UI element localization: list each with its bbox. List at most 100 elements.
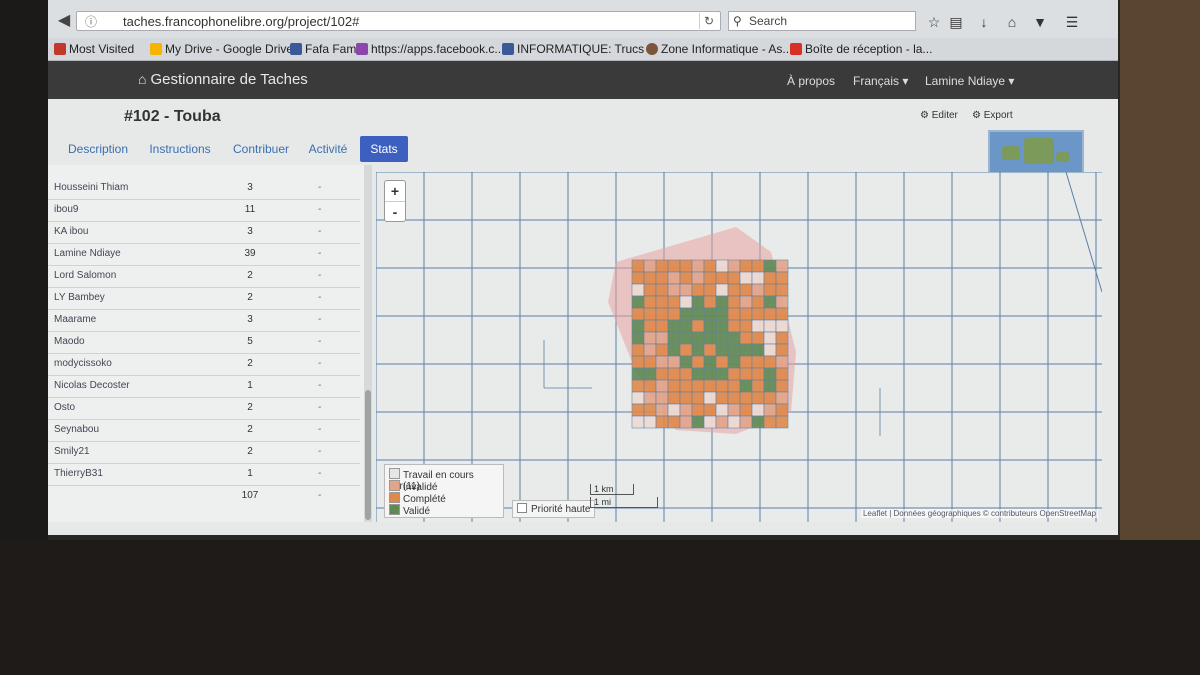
search-placeholder: Search bbox=[749, 14, 788, 28]
contributor-name[interactable]: KA ibou bbox=[54, 226, 88, 237]
map-attribution[interactable]: Leaflet | Données géographiques © contri… bbox=[860, 509, 1098, 518]
minimap-land bbox=[1024, 138, 1054, 164]
project-tabs: Description Instructions Contribuer Acti… bbox=[48, 133, 1118, 163]
legend-swatch bbox=[389, 468, 400, 479]
contributor-count: 3 bbox=[247, 226, 253, 237]
background-desk bbox=[1120, 0, 1200, 540]
bookmark-most-visited[interactable]: Most Visited bbox=[54, 42, 134, 56]
scale-mi: 1 mi bbox=[590, 497, 658, 508]
zoom-out-button[interactable]: - bbox=[385, 202, 405, 222]
search-input[interactable]: ⚲ Search bbox=[728, 11, 916, 31]
total-extra: - bbox=[318, 490, 322, 501]
table-row: modycissoko 2 - bbox=[48, 353, 360, 376]
menu-user[interactable]: Lamine Ndiaye ▾ bbox=[925, 74, 1014, 88]
contributor-name[interactable]: Seynabou bbox=[54, 424, 99, 435]
scale-km: 1 km bbox=[590, 484, 634, 495]
contributor-extra: - bbox=[318, 468, 322, 479]
bookmark-inbox[interactable]: Boîte de réception - la... bbox=[790, 42, 932, 56]
task-map[interactable]: + - Travail en cours sur(11) Invalidé Co… bbox=[376, 172, 1102, 522]
tab-activite[interactable]: Activité bbox=[304, 136, 352, 162]
reload-icon[interactable]: ↻ bbox=[699, 13, 718, 29]
edit-button[interactable]: ⚙ Editer bbox=[920, 110, 958, 121]
bookmark-apps-facebook[interactable]: https://apps.facebook.c... bbox=[356, 42, 504, 56]
contributor-name[interactable]: Lord Salomon bbox=[54, 270, 116, 281]
facebook-icon bbox=[290, 43, 302, 55]
contributor-count: 2 bbox=[247, 446, 253, 457]
facebook-icon bbox=[502, 43, 514, 55]
bookmark-google-drive[interactable]: My Drive - Google Drive bbox=[150, 42, 293, 56]
table-row: Lord Salomon 2 - bbox=[48, 265, 360, 288]
bookmark-star-icon[interactable]: ☆ bbox=[924, 12, 944, 32]
contributor-count: 3 bbox=[247, 314, 253, 325]
tab-instructions[interactable]: Instructions bbox=[144, 136, 216, 162]
app-navbar: ⌂ Gestionnaire de Taches À propos Françai… bbox=[48, 61, 1118, 99]
priority-checkbox[interactable] bbox=[517, 503, 527, 513]
legend-swatch bbox=[389, 504, 400, 515]
contributor-name[interactable]: Lamine Ndiaye bbox=[54, 248, 121, 259]
contributor-extra: - bbox=[318, 182, 322, 193]
minimap-land bbox=[1056, 152, 1070, 162]
info-icon[interactable]: ⓘ bbox=[85, 12, 97, 32]
menu-about[interactable]: À propos bbox=[787, 74, 835, 88]
zoom-in-button[interactable]: + bbox=[385, 181, 405, 202]
contributor-extra: - bbox=[318, 446, 322, 457]
contributor-count: 2 bbox=[247, 424, 253, 435]
contributor-extra: - bbox=[318, 270, 322, 281]
pocket-icon[interactable]: ▼ bbox=[1030, 12, 1050, 32]
contributor-name[interactable]: Nicolas Decoster bbox=[54, 380, 130, 391]
monitor-bezel-bottom bbox=[0, 540, 1200, 675]
contributors-table: Housseini Thiam 3- ibou9 11- KA ibou 3- Lamine… bbox=[48, 165, 365, 522]
tab-stats[interactable]: Stats bbox=[360, 136, 408, 162]
bookmark-zone-informatique[interactable]: Zone Informatique - As... bbox=[646, 42, 792, 56]
contributor-count: 2 bbox=[247, 358, 253, 369]
back-arrow-icon[interactable]: ◀ bbox=[52, 10, 76, 32]
tab-description[interactable]: Description bbox=[60, 136, 136, 162]
table-scrollbar[interactable] bbox=[364, 165, 372, 522]
tab-contribuer[interactable]: Contribuer bbox=[228, 136, 294, 162]
download-icon[interactable]: ↓ bbox=[974, 12, 994, 32]
menu-language[interactable]: Français ▾ bbox=[853, 74, 908, 88]
brand-link[interactable]: ⌂ Gestionnaire de Taches bbox=[138, 71, 308, 88]
app-icon bbox=[356, 43, 368, 55]
contributor-count: 1 bbox=[247, 380, 253, 391]
table-total-row: 107 - bbox=[48, 485, 360, 507]
table-row: Osto 2 - bbox=[48, 397, 360, 420]
bookmark-fafa-fam[interactable]: Fafa Fam bbox=[290, 42, 356, 56]
contributor-count: 2 bbox=[247, 270, 253, 281]
contributor-name[interactable]: Smily21 bbox=[54, 446, 90, 457]
home-icon[interactable]: ⌂ bbox=[1002, 12, 1022, 32]
contributor-name[interactable]: Maarame bbox=[54, 314, 96, 325]
table-row: Housseini Thiam 3 - bbox=[48, 177, 360, 200]
site-icon bbox=[646, 43, 658, 55]
menu-icon[interactable]: ☰ bbox=[1062, 12, 1082, 32]
home-icon: ⌂ bbox=[138, 71, 147, 87]
project-title: #102 - Touba bbox=[124, 108, 221, 125]
contributor-name[interactable]: LY Bambey bbox=[54, 292, 105, 303]
gmail-icon bbox=[790, 43, 802, 55]
export-icon: ⚙ bbox=[972, 110, 981, 121]
zoom-control: + - bbox=[384, 180, 406, 222]
contributor-name[interactable]: ibou9 bbox=[54, 204, 78, 215]
export-button[interactable]: ⚙ Export bbox=[972, 110, 1013, 121]
contributor-name[interactable]: modycissoko bbox=[54, 358, 112, 369]
contributor-count: 2 bbox=[247, 292, 253, 303]
scrollbar-thumb[interactable] bbox=[365, 390, 371, 520]
url-bar[interactable]: ⓘ taches.francophonelibre.org/project/10… bbox=[76, 11, 721, 31]
bookmarks-bar: Most Visited My Drive - Google Drive Faf… bbox=[48, 38, 1118, 61]
contributor-extra: - bbox=[318, 292, 322, 303]
contributor-name[interactable]: Maodo bbox=[54, 336, 85, 347]
bookmark-informatique[interactable]: INFORMATIQUE: Trucs ... bbox=[502, 42, 657, 56]
table-row: Maarame 3 - bbox=[48, 309, 360, 332]
priority-filter[interactable]: Priorité haute bbox=[512, 500, 596, 518]
contributor-name[interactable]: Housseini Thiam bbox=[54, 182, 128, 193]
url-text: taches.francophonelibre.org/project/102# bbox=[123, 14, 360, 29]
contributor-name[interactable]: ThierryB31 bbox=[54, 468, 103, 479]
contributor-count: 11 bbox=[244, 204, 256, 215]
screen: ◀ ⓘ taches.francophonelibre.org/project/… bbox=[48, 0, 1118, 535]
clipboard-icon[interactable]: ▤ bbox=[946, 12, 966, 32]
contributor-name[interactable]: Osto bbox=[54, 402, 75, 413]
map-legend: Travail en cours sur(11) Invalidé Complé… bbox=[384, 464, 504, 518]
table-row: Nicolas Decoster 1 - bbox=[48, 375, 360, 398]
contributor-extra: - bbox=[318, 424, 322, 435]
contributor-count: 5 bbox=[247, 336, 253, 347]
